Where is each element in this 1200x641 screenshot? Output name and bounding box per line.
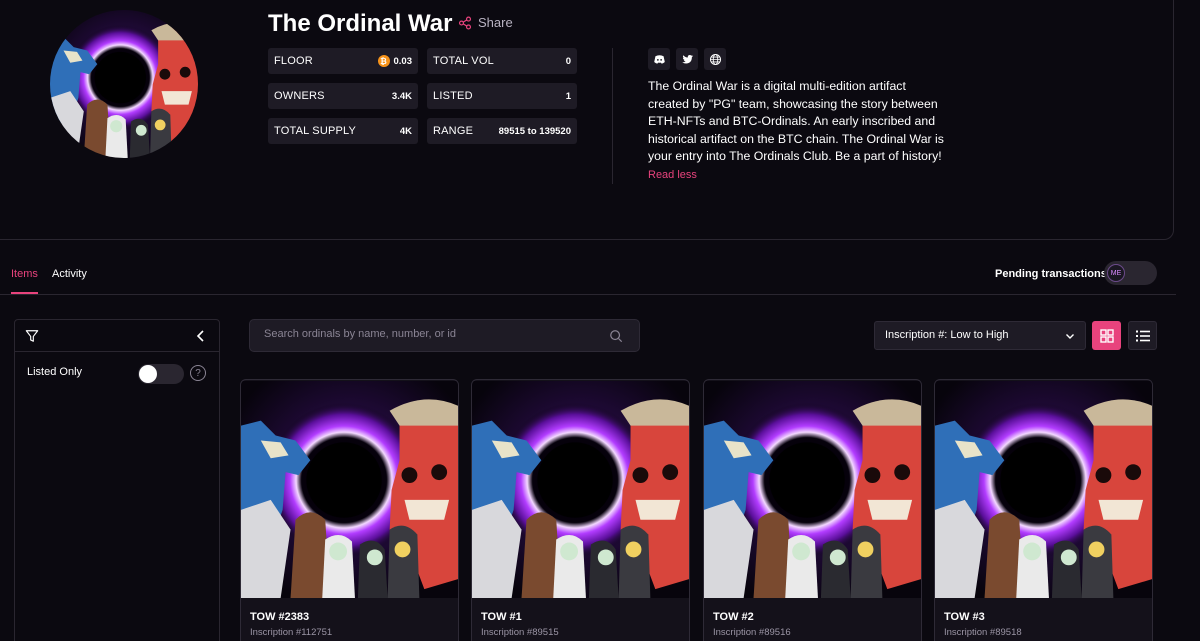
collection-title: The Ordinal War (268, 10, 453, 37)
stat-label: TOTAL VOL (433, 55, 494, 67)
item-name: TOW #3 (944, 611, 985, 623)
item-card[interactable]: TOW #1 Inscription #89515 (471, 379, 690, 641)
discord-link[interactable] (648, 48, 670, 70)
stat-value: 3.4K (391, 90, 412, 102)
twitter-icon (681, 54, 693, 63)
share-button[interactable]: Share (458, 15, 513, 30)
item-inscription: Inscription #89518 (944, 627, 1022, 638)
sidebar-header (15, 320, 219, 352)
item-image (472, 380, 689, 599)
chevron-left-icon[interactable] (195, 329, 207, 343)
sort-selected-label: Inscription #: Low to High (885, 329, 1009, 341)
share-label: Share (478, 15, 513, 30)
stat-total-vol: TOTAL VOL 0 (427, 48, 577, 74)
stat-value: 1 (565, 90, 571, 102)
share-icon (458, 16, 472, 29)
stat-listed: LISTED 1 (427, 83, 577, 109)
stat-floor: FLOOR ₿ 0.03 (268, 48, 418, 74)
item-name: TOW #1 (481, 611, 522, 623)
stat-range: RANGE 89515 to 139520 (427, 118, 577, 144)
tab-bar: Items Activity Pending transactions ME (0, 260, 1176, 295)
item-card[interactable]: TOW #3 Inscription #89518 (934, 379, 1153, 641)
stat-total-supply: TOTAL SUPPLY 4K (268, 118, 418, 144)
discord-icon (653, 54, 665, 64)
item-card[interactable]: TOW #2383 Inscription #112751 (240, 379, 459, 641)
item-inscription: Inscription #112751 (250, 627, 333, 638)
item-image (704, 380, 921, 599)
social-links (648, 48, 726, 70)
tab-activity[interactable]: Activity (52, 268, 87, 280)
stat-value: 0 (565, 55, 571, 67)
item-card[interactable]: TOW #2 Inscription #89516 (703, 379, 922, 641)
stat-label: OWNERS (274, 90, 325, 102)
stat-value: 4K (399, 125, 412, 137)
stat-label: TOTAL SUPPLY (274, 125, 357, 137)
stat-value-text: 0.03 (393, 55, 413, 67)
toggle-knob (139, 365, 157, 383)
read-less-link[interactable]: Read less (648, 169, 697, 181)
listed-only-label: Listed Only (27, 366, 83, 378)
item-name: TOW #2383 (250, 611, 310, 623)
twitter-link[interactable] (676, 48, 698, 70)
item-image (241, 380, 458, 599)
magic-eden-icon: ME (1107, 264, 1125, 282)
grid-view-button[interactable] (1092, 321, 1121, 350)
search-icon[interactable] (609, 329, 623, 343)
active-tab-indicator (11, 292, 38, 294)
list-view-button[interactable] (1128, 321, 1157, 350)
stat-owners: OWNERS 3.4K (268, 83, 418, 109)
stat-value: 89515 to 139520 (498, 125, 571, 137)
website-link[interactable] (704, 48, 726, 70)
filter-sidebar: Listed Only ? (14, 319, 220, 641)
divider (612, 48, 613, 184)
help-icon[interactable]: ? (190, 365, 206, 381)
pending-transactions-toggle[interactable]: ME (1104, 261, 1157, 285)
globe-icon (709, 53, 721, 65)
item-inscription: Inscription #89515 (481, 627, 559, 638)
stat-label: LISTED (433, 90, 473, 102)
sort-select[interactable]: Inscription #: Low to High (874, 321, 1086, 350)
stat-label: RANGE (433, 125, 474, 137)
search-bar (249, 319, 640, 352)
bitcoin-icon: ₿ (377, 55, 390, 67)
stats-grid: FLOOR ₿ 0.03 TOTAL VOL 0 OWNERS 3.4K LIST… (268, 48, 577, 144)
collection-avatar (50, 10, 198, 158)
pending-transactions-label: Pending transactions (995, 268, 1107, 280)
item-name: TOW #2 (713, 611, 754, 623)
chevron-down-icon (1066, 334, 1074, 339)
list-icon (1135, 330, 1150, 341)
tab-items[interactable]: Items (11, 268, 38, 280)
filter-icon[interactable] (25, 329, 39, 343)
stat-label: FLOOR (274, 55, 313, 67)
collection-description: The Ordinal War is a digital multi-editi… (648, 78, 948, 185)
grid-icon (1099, 328, 1114, 343)
description-text: The Ordinal War is a digital multi-editi… (648, 79, 944, 164)
listed-only-toggle[interactable] (138, 364, 184, 384)
item-image (935, 380, 1152, 599)
item-inscription: Inscription #89516 (713, 627, 791, 638)
stat-value: ₿ 0.03 (377, 55, 413, 67)
collection-header: The Ordinal War Share FLOOR ₿ 0.03 TOTAL … (0, 0, 1174, 240)
search-input[interactable] (264, 328, 594, 340)
